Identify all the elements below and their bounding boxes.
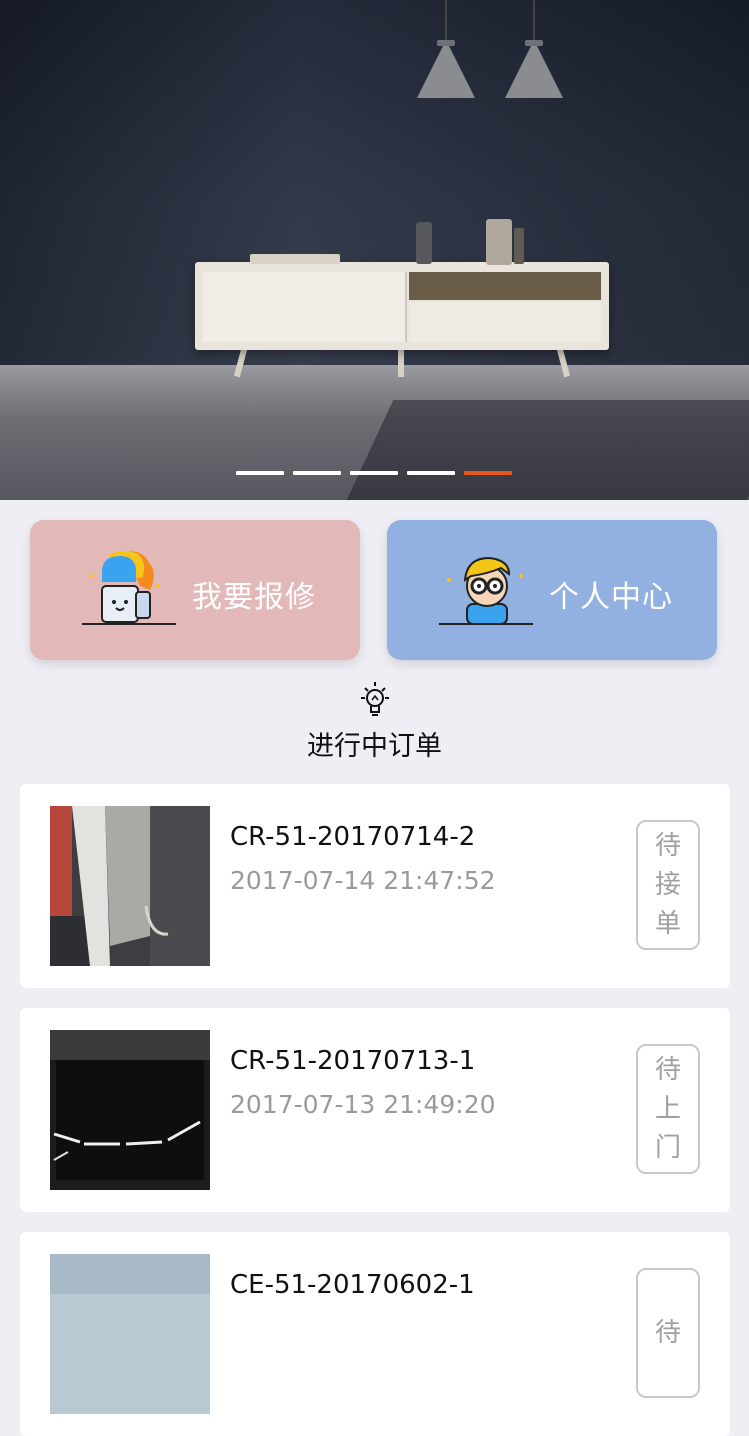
repair-character-icon (82, 551, 176, 625)
repair-request-label: 我要报修 (192, 580, 316, 615)
book-decor (250, 254, 340, 264)
lightbulb-icon (361, 682, 389, 716)
order-code: CR-51-20170714-2 (230, 822, 476, 852)
repair-request-button[interactable]: 我要报修 (30, 520, 360, 660)
order-status-badge: 待 接 单 (636, 820, 700, 950)
order-card[interactable]: CR-51-20170713-1 2017-07-13 21:49:20 待 上… (20, 1008, 730, 1212)
order-time: 2017-07-14 21:47:52 (230, 866, 496, 895)
order-card[interactable]: CE-51-20170602-1 待 (20, 1232, 730, 1436)
carousel-dot-active[interactable] (464, 471, 512, 475)
order-card[interactable]: CR-51-20170714-2 2017-07-14 21:47:52 待 接… (20, 784, 730, 988)
order-thumbnail (50, 1254, 210, 1414)
order-status-badge: 待 (636, 1268, 700, 1398)
carousel-dot[interactable] (293, 471, 341, 475)
user-character-icon (439, 556, 533, 625)
order-status-badge: 待 上 门 (636, 1044, 700, 1174)
order-code: CE-51-20170602-1 (230, 1270, 475, 1300)
order-thumbnail (50, 1030, 210, 1190)
section-title: 进行中订单 (307, 731, 442, 762)
hero-banner[interactable] (0, 0, 749, 500)
vase-decor (486, 219, 512, 265)
personal-center-label: 个人中心 (549, 580, 673, 615)
tv-cabinet (195, 262, 609, 350)
carousel-indicators (236, 471, 512, 475)
pendant-lamp (417, 0, 475, 100)
banner-shadow (346, 400, 749, 500)
order-time: 2017-07-13 21:49:20 (230, 1090, 496, 1119)
vase-decor (416, 222, 432, 264)
personal-center-button[interactable]: 个人中心 (387, 520, 717, 660)
pendant-lamp (505, 0, 563, 100)
order-thumbnail (50, 806, 210, 966)
carousel-dot[interactable] (350, 471, 398, 475)
carousel-dot[interactable] (407, 471, 455, 475)
carousel-dot[interactable] (236, 471, 284, 475)
vase-decor (514, 228, 524, 264)
order-code: CR-51-20170713-1 (230, 1046, 476, 1076)
